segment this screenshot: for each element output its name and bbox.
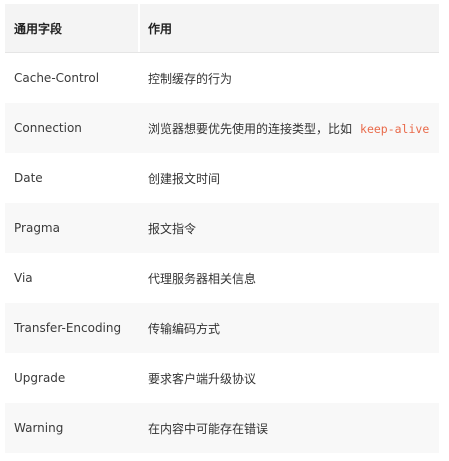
field-name-cell: Warning [14,421,64,435]
description-cell: 传输编码方式 [148,321,221,336]
field-name-cell: Transfer-Encoding [14,321,122,335]
table-row: Transfer-Encoding 传输编码方式 [5,303,439,353]
description-text: 浏览器想要优先使用的连接类型，比如 [148,121,353,136]
field-name-cell: Upgrade [14,371,66,385]
header-purpose: 作用 [148,21,173,36]
inline-code: keep-alive [360,121,430,136]
description-cell: 控制缓存的行为 [148,71,233,86]
field-name-cell: Cache-Control [14,71,100,85]
description-cell: 代理服务器相关信息 [148,271,257,286]
field-name-cell: Connection [14,121,82,135]
table-header-row: 通用字段 作用 [5,4,439,53]
description-cell: 要求客户端升级协议 [148,371,257,386]
header-field-name: 通用字段 [5,4,140,52]
table-row: Date 创建报文时间 [5,153,439,203]
description-cell: 浏览器想要优先使用的连接类型，比如 keep-alive [140,120,439,137]
description-cell: 在内容中可能存在错误 [148,421,269,436]
table-row: Upgrade 要求客户端升级协议 [5,353,439,403]
field-name-cell: Via [14,271,33,285]
field-name-cell: Pragma [14,221,60,235]
field-name-cell: Date [14,171,43,185]
table-row: Cache-Control 控制缓存的行为 [5,53,439,103]
table-row: Pragma 报文指令 [5,203,439,253]
description-cell: 创建报文时间 [148,171,221,186]
http-general-headers-table: 通用字段 作用 Cache-Control 控制缓存的行为 Connection… [5,4,439,453]
table-row: Via 代理服务器相关信息 [5,253,439,303]
description-cell: 报文指令 [148,221,197,236]
table-row: Connection 浏览器想要优先使用的连接类型，比如 keep-alive [5,103,439,153]
table-row: Warning 在内容中可能存在错误 [5,403,439,453]
